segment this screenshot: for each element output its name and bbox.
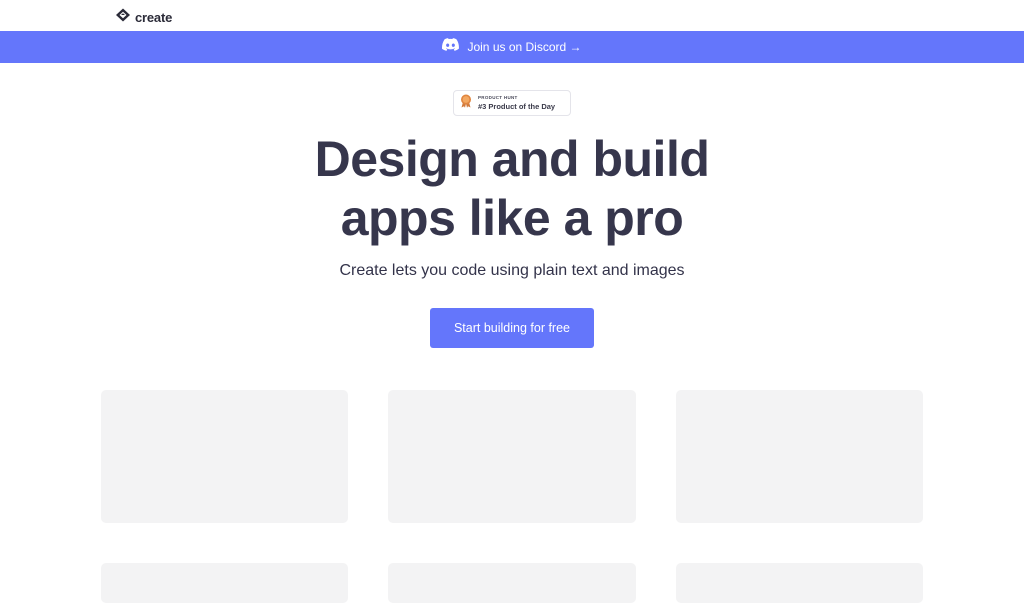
top-navigation-bar: create <box>0 0 1024 31</box>
gallery-card-2[interactable] <box>388 390 636 523</box>
hero-title-line-1: Design and build <box>314 131 710 187</box>
gallery-card-5[interactable] <box>388 563 636 603</box>
create-logo-icon <box>115 7 131 28</box>
product-hunt-text: PRODUCT HUNT #3 Product of the Day <box>478 95 556 111</box>
product-hunt-label: PRODUCT HUNT <box>478 95 518 100</box>
gallery-card-3[interactable] <box>676 390 923 523</box>
start-building-button[interactable]: Start building for free <box>430 308 594 348</box>
logo-link[interactable]: create <box>115 7 172 28</box>
gallery-card-6[interactable] <box>676 563 923 603</box>
discord-icon <box>442 38 460 56</box>
logo-text: create <box>135 10 173 25</box>
discord-link-text[interactable]: Join us on Discord → <box>467 40 581 54</box>
gallery-card-4[interactable] <box>101 563 348 603</box>
product-hunt-rank: #3 Product of the Day <box>478 101 556 111</box>
hero-title: Design and build apps like a pro <box>0 130 1024 248</box>
hero-subtitle: Create lets you code using plain text an… <box>339 262 685 279</box>
product-hunt-badge[interactable]: PRODUCT HUNT #3 Product of the Day <box>453 90 571 116</box>
hero-title-line-2: apps like a pro <box>340 190 684 246</box>
medal-icon <box>460 94 472 113</box>
gallery-card-1[interactable] <box>101 390 348 523</box>
discord-announcement-bar[interactable]: Join us on Discord → <box>0 31 1024 63</box>
